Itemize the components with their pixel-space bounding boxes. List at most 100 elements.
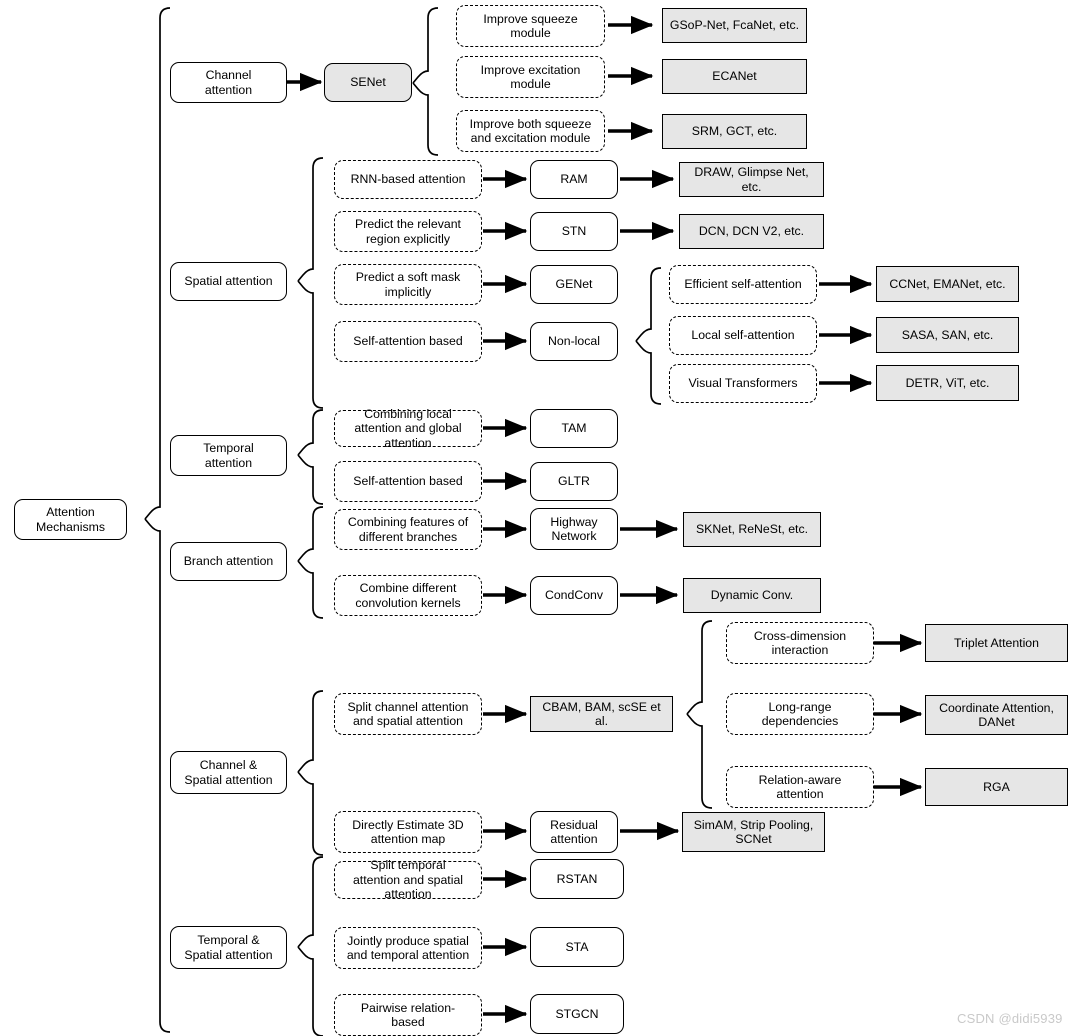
node-example-sasa-san[interactable]: SASA, SAN, etc. [876,317,1019,353]
node-example-draw-glimpse-net[interactable]: DRAW, Glimpse Net, etc. [679,162,824,197]
node-root-attention-mechanisms[interactable]: Attention Mechanisms [14,499,127,540]
node-label: SKNet, ReNeSt, etc. [695,522,809,537]
node-label: SRM, GCT, etc. [691,124,778,139]
node-strategy-long-range-dependencies[interactable]: Long-range dependencies [726,693,874,735]
node-example-sknet-renest[interactable]: SKNet, ReNeSt, etc. [683,512,821,547]
node-method-condconv[interactable]: CondConv [530,576,618,615]
node-label: ECANet [712,69,757,84]
node-strategy-improve-both-squeeze-and-excitation-module[interactable]: Improve both squeeze and excitation modu… [456,110,605,152]
node-label: RAM [560,172,588,187]
node-strategy-visual-transformers[interactable]: Visual Transformers [669,364,817,403]
node-label: Triplet Attention [954,635,1039,650]
node-label: Dynamic Conv. [710,588,794,603]
node-label: RGA [983,779,1010,794]
node-example-srm-gct[interactable]: SRM, GCT, etc. [662,114,807,149]
node-label: Predict the relevant region explicitly [355,217,461,246]
node-category-temporal-spatial-attention[interactable]: Temporal & Spatial attention [170,926,287,969]
node-label: GENet [555,277,593,292]
node-strategy-improve-squeeze-module[interactable]: Improve squeeze module [456,5,605,47]
node-method-sta[interactable]: STA [530,927,624,967]
node-label: Cross-dimension interaction [753,628,847,658]
node-label: Pairwise relation- based [360,1000,456,1030]
node-label: Predict a soft mask implicitly [355,270,461,299]
node-label: Directly Estimate 3D attention map [352,817,464,847]
node-strategy-predict-relevant-region-explicitly[interactable]: Predict the relevant region explicitly [334,211,482,252]
node-example-coordinate-attention-danet[interactable]: Coordinate Attention, DANet [925,695,1068,735]
node-category-temporal-attention[interactable]: Temporal attention [170,435,287,476]
node-method-rstan[interactable]: RSTAN [530,859,624,899]
node-example-simam-strip-pooling-scnet[interactable]: SimAM, Strip Pooling, SCNet [682,812,825,852]
node-label: Spatial attention [184,274,273,289]
node-label: RSTAN [556,871,598,886]
node-method-cbam-bam-scse[interactable]: CBAM, BAM, scSE et al. [530,696,673,732]
node-label: Self-attention based [353,334,463,349]
node-strategy-predict-soft-mask-implicitly[interactable]: Predict a soft mask implicitly [334,264,482,305]
node-example-detr-vit[interactable]: DETR, ViT, etc. [876,365,1019,401]
node-label: STA [565,939,589,954]
node-label: TAM [561,421,587,436]
node-category-channel-attention[interactable]: Channel attention [170,62,287,103]
node-example-triplet-attention[interactable]: Triplet Attention [925,624,1068,662]
node-example-gsop-net-fcanet[interactable]: GSoP-Net, FcaNet, etc. [662,8,807,43]
node-label: Coordinate Attention, DANet [939,700,1054,730]
node-category-branch-attention[interactable]: Branch attention [170,542,287,581]
node-strategy-split-channel-and-spatial-attention[interactable]: Split channel attention and spatial atte… [334,693,482,735]
node-label: Residual attention [550,817,598,847]
node-method-genet[interactable]: GENet [530,265,618,304]
watermark-text: CSDN @didi5939 [957,1011,1063,1026]
node-method-stgcn[interactable]: STGCN [530,994,624,1034]
node-label: SimAM, Strip Pooling, SCNet [693,817,814,847]
node-label: Channel attention [204,68,253,97]
node-strategy-relation-aware-attention[interactable]: Relation-aware attention [726,766,874,808]
node-example-ccnet-emanet[interactable]: CCNet, EMANet, etc. [876,266,1019,302]
node-label: Temporal & Spatial attention [184,933,273,962]
node-strategy-split-temporal-and-spatial-attention[interactable]: Split temporal attention and spatial att… [334,858,482,902]
node-strategy-combining-features-of-different-branches[interactable]: Combining features of different branches [334,509,482,550]
node-method-non-local[interactable]: Non-local [530,322,618,361]
node-strategy-rnn-based-attention[interactable]: RNN-based attention [334,160,482,199]
node-label: Combining features of different branches [347,515,469,544]
node-method-highway-network[interactable]: Highway Network [530,508,618,550]
node-label: STGCN [555,1006,599,1021]
node-strategy-self-attention-based-spatial[interactable]: Self-attention based [334,321,482,362]
node-category-spatial-attention[interactable]: Spatial attention [170,262,287,301]
node-example-dynamic-conv[interactable]: Dynamic Conv. [683,578,821,613]
node-method-senet[interactable]: SENet [324,63,412,102]
node-strategy-jointly-produce-spatial-and-temporal-attention[interactable]: Jointly produce spatial and temporal att… [334,927,482,969]
node-method-ram[interactable]: RAM [530,160,618,199]
node-example-dcn-dcn-v2[interactable]: DCN, DCN V2, etc. [679,214,824,249]
attention-mechanisms-diagram: Attention Mechanisms Channel attention S… [0,0,1082,1036]
node-label: SENet [350,75,386,90]
node-label: Combine different convolution kernels [355,581,461,610]
node-label: STN [561,224,587,239]
node-strategy-local-self-attention[interactable]: Local self-attention [669,316,817,355]
node-label: Local self-attention [691,328,795,343]
node-strategy-combine-different-convolution-kernels[interactable]: Combine different convolution kernels [334,575,482,616]
node-category-channel-spatial-attention[interactable]: Channel & Spatial attention [170,751,287,794]
node-label: Improve both squeeze and excitation modu… [469,116,592,146]
node-label: CondConv [544,588,604,603]
node-label: Temporal attention [203,441,254,470]
node-strategy-cross-dimension-interaction[interactable]: Cross-dimension interaction [726,622,874,664]
node-example-ecanet[interactable]: ECANet [662,59,807,94]
node-strategy-combining-local-and-global-attention[interactable]: Combining local attention and global att… [334,407,482,450]
node-method-gltr[interactable]: GLTR [530,462,618,501]
node-strategy-self-attention-based-temporal[interactable]: Self-attention based [334,461,482,502]
node-label: Split temporal attention and spatial att… [352,858,464,902]
node-label: DRAW, Glimpse Net, etc. [694,165,809,194]
node-label: GSoP-Net, FcaNet, etc. [669,18,800,33]
node-label: DCN, DCN V2, etc. [698,224,805,239]
node-strategy-improve-excitation-module[interactable]: Improve excitation module [456,56,605,98]
node-example-rga[interactable]: RGA [925,768,1068,806]
node-label: Attention Mechanisms [35,505,106,534]
node-strategy-directly-estimate-3d-attention-map[interactable]: Directly Estimate 3D attention map [334,811,482,853]
node-label: RNN-based attention [350,172,466,187]
node-method-residual-attention[interactable]: Residual attention [530,811,618,853]
node-label: Channel & Spatial attention [184,758,273,787]
node-method-tam[interactable]: TAM [530,409,618,448]
node-label: CCNet, EMANet, etc. [889,276,1006,291]
node-method-stn[interactable]: STN [530,212,618,251]
node-label: Non-local [548,334,600,349]
node-strategy-efficient-self-attention[interactable]: Efficient self-attention [669,265,817,304]
node-strategy-pairwise-relation-based[interactable]: Pairwise relation- based [334,994,482,1036]
